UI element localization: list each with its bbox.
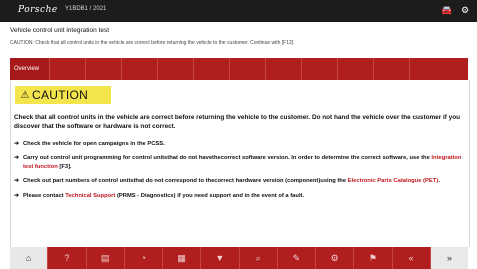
tab-empty[interactable] — [266, 58, 302, 80]
next-icon[interactable]: » — [430, 247, 468, 269]
bullet-text: Check the vehicle for open campaigns in … — [23, 141, 165, 147]
tab-bar: Overview — [10, 58, 468, 80]
caution-label: CAUTION — [32, 88, 89, 102]
home-icon[interactable]: ⌂ — [10, 247, 49, 269]
search-icon[interactable]: ⌕ — [240, 247, 278, 269]
vehicle-identifier: Y1BDB1 / 2021 — [65, 6, 107, 12]
brand-logo: Porsche — [18, 5, 58, 15]
tab-empty[interactable] — [374, 58, 410, 80]
tab-empty[interactable] — [194, 58, 230, 80]
tab-overview[interactable]: Overview — [10, 58, 50, 80]
arrow-right-icon: ➜ — [14, 155, 20, 162]
car-icon[interactable]: 🚘 — [441, 5, 453, 15]
vehicle-icon[interactable]: ▤ — [87, 247, 125, 269]
tab-empty[interactable] — [122, 58, 158, 80]
bullet-text: (PRMS - Diagnostics) if you need support… — [115, 192, 305, 199]
arrow-right-icon: ➜ — [14, 178, 20, 185]
arrow-right-icon: ➜ — [14, 192, 20, 199]
content-panel: ⚠ CAUTION Check that all control units i… — [10, 80, 470, 247]
bullet-text: . — [438, 178, 440, 185]
instruction-list: ➜ Check the vehicle for open campaigns i… — [14, 140, 466, 206]
warning-triangle-icon: ⚠ — [20, 89, 30, 101]
arrow-right-icon: ➜ — [14, 141, 20, 147]
caution-banner: ⚠ CAUTION — [15, 86, 111, 104]
list-item: ➜ Carry out control unit programming for… — [14, 154, 466, 171]
back-icon[interactable]: « — [393, 247, 431, 269]
list-item: ➜ Please contact Technical Support (PRMS… — [14, 192, 466, 200]
help-icon[interactable]: ? — [48, 247, 87, 269]
page-title: Vehicle control unit integration test — [10, 27, 110, 34]
tab-empty[interactable] — [230, 58, 266, 80]
tab-empty[interactable] — [302, 58, 338, 80]
bullet-text: Check out part numbers of control unitst… — [23, 178, 348, 185]
measure-icon[interactable]: ◔ — [125, 247, 163, 269]
bullet-text: Carry out control unit programming for c… — [23, 155, 432, 162]
list-item: ➜ Check out part numbers of control unit… — [14, 177, 466, 185]
settings-icon[interactable]: ⚙ — [459, 5, 471, 15]
tab-empty[interactable] — [50, 58, 86, 80]
bullet-text: Please contact — [23, 192, 66, 199]
flag-icon[interactable]: ⚑ — [354, 247, 393, 269]
parts-catalogue-link[interactable]: Electronic Parts Catalogue (PET) — [348, 178, 439, 184]
bullet-text: [F3]. — [57, 163, 72, 170]
technical-support-link[interactable]: Technical Support — [65, 193, 115, 199]
tab-empty[interactable] — [338, 58, 374, 80]
caution-main-text: Check that all control units in the vehi… — [14, 114, 461, 131]
settings-icon[interactable]: ⚙ — [316, 247, 355, 269]
tab-empty[interactable] — [158, 58, 194, 80]
title-bar: Porsche Y1BDB1 / 2021 🚘 ⚙ — [0, 0, 477, 22]
filter-icon[interactable]: ▼ — [201, 247, 240, 269]
print-icon[interactable]: ▦ — [163, 247, 202, 269]
tools-icon[interactable]: ✎ — [278, 247, 316, 269]
page-instruction: CAUTION: Check that all control units in… — [10, 40, 295, 46]
top-icon-group: 🚘 ⚙ — [441, 5, 471, 15]
bottom-toolbar: ⌂ ? ▤ ◔ ▦ ▼ ⌕ ✎ ⚙ ⚑ « » — [10, 247, 468, 269]
tab-empty[interactable] — [86, 58, 122, 80]
list-item: ➜ Check the vehicle for open campaigns i… — [14, 140, 466, 148]
